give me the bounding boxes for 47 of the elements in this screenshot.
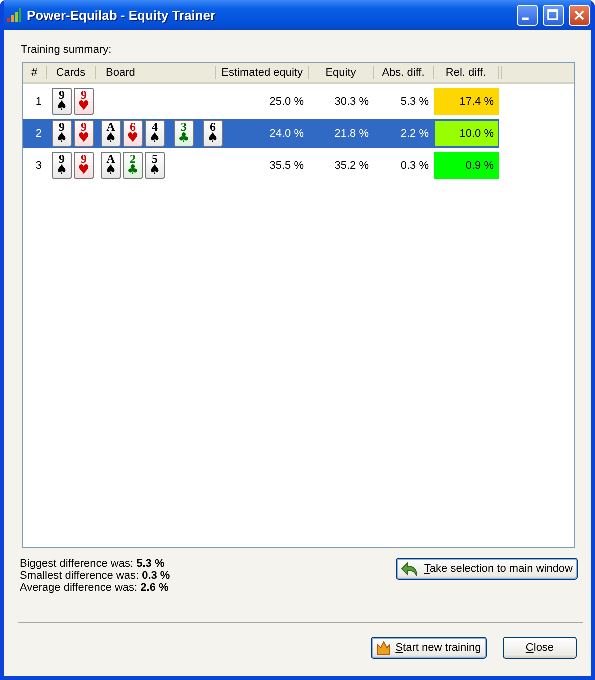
stat-line: Average difference was: 2.6 % [20, 582, 170, 594]
table-cell-text: 24.0 % [268, 126, 305, 142]
section-label: Training summary: [21, 44, 113, 56]
playing-card: 9 ♠ [52, 152, 72, 179]
playing-card: A ♠ [101, 152, 121, 179]
start-training-button[interactable]: Start new training [371, 637, 487, 659]
table-cell-text: 2.2 % [400, 126, 430, 142]
table-cell-text: 25.0 % [268, 94, 305, 110]
rel-diff-cell: 17.4 % [434, 88, 499, 115]
table-cell-text: 21.8 % [334, 126, 370, 142]
stat-line: Smallest difference was: 0.3 % [20, 570, 170, 582]
column-header[interactable]: Estimated equity [216, 66, 309, 79]
column-header[interactable]: Rel. diff. [434, 66, 499, 79]
table-cell-text: 0.3 % [400, 158, 430, 174]
column-header[interactable]: Board [96, 66, 216, 79]
column-header[interactable]: # [23, 66, 47, 79]
playing-card: 4 ♠ [145, 120, 165, 147]
playing-card: 9 ♥ [74, 152, 94, 179]
close-button[interactable]: Close [503, 637, 577, 659]
table-row[interactable]: 1 9 ♠ 9 ♥ 25.0 % 30.3 % 5.3 % 17.4 % [23, 87, 499, 116]
stat-line: Biggest difference was: 5.3 % [20, 558, 166, 570]
playing-card: 2 ♣ [123, 152, 143, 179]
row-number: 2 [34, 126, 43, 142]
column-header[interactable]: Abs. diff. [374, 66, 434, 79]
table-cell-text: 35.5 % [268, 158, 305, 174]
table-cell-text: 30.3 % [334, 94, 370, 110]
rel-diff-cell: 10.0 % [434, 120, 499, 147]
playing-card: 6 ♠ [203, 120, 223, 147]
table-row[interactable]: 2 9 ♠ 9 ♥ A ♠ 6 ♥ 4 ♠ 3 ♣ 6 ♠ 24.0 % 21.8 % 2.2 % 10.0 % [23, 119, 499, 148]
column-header[interactable]: Equity [309, 66, 374, 79]
playing-card: 3 ♣ [174, 120, 194, 147]
table-cell-text: 35.2 % [334, 158, 370, 174]
playing-card: 9 ♥ [74, 88, 94, 115]
take-selection-button[interactable]: Take selection to main window [396, 558, 578, 580]
playing-card: A ♠ [101, 120, 121, 147]
playing-card: 6 ♥ [123, 120, 143, 147]
playing-card: 9 ♠ [52, 120, 72, 147]
playing-card: 9 ♠ [52, 88, 72, 115]
window-title: Power-Equilab - Equity Trainer [27, 8, 217, 22]
table-row[interactable]: 3 9 ♠ 9 ♥ A ♠ 2 ♣ 5 ♠ 35.5 % 35.2 % 0.3 % 0.9 % [23, 151, 499, 180]
rel-diff-cell: 0.9 % [434, 152, 499, 179]
playing-card: 5 ♠ [145, 152, 165, 179]
column-header[interactable]: Cards [47, 66, 96, 79]
playing-card: 9 ♥ [74, 120, 94, 147]
table-cell-text: 5.3 % [400, 94, 430, 110]
row-number: 1 [34, 94, 43, 110]
row-number: 3 [34, 158, 43, 174]
